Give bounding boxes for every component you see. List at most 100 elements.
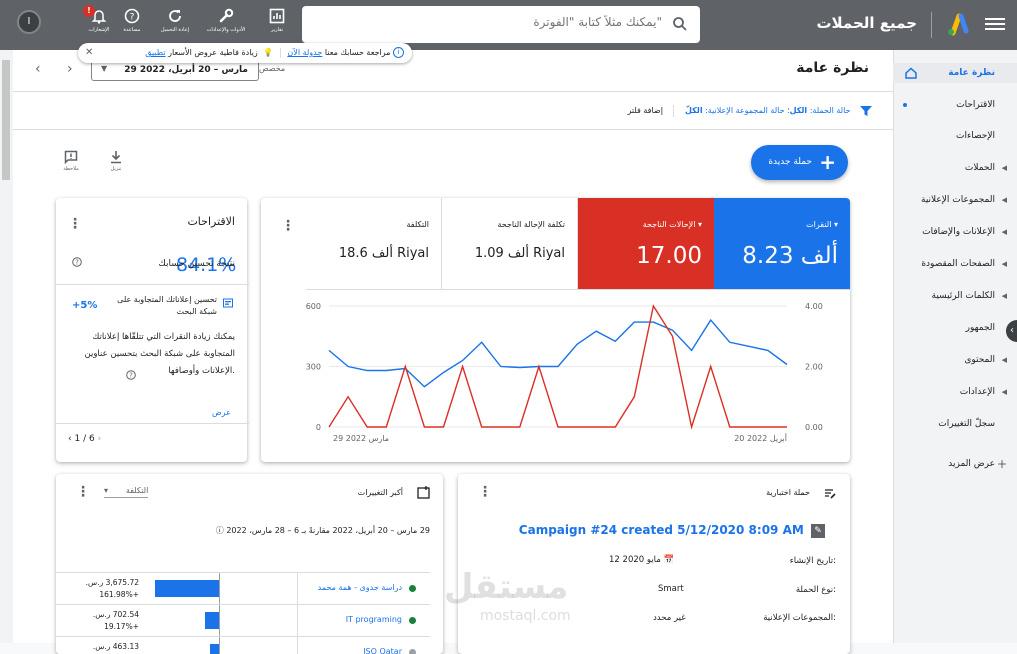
chevron-left-icon[interactable]: ‹	[68, 434, 72, 444]
x-tick-start: 29 مارس 2022	[333, 434, 389, 443]
metric-cost-per-conversion[interactable]: تكلفة الإحالة الناجحة 1.09 ألف Riyal	[442, 198, 578, 290]
suggestion-item-title[interactable]: تحسين إعلاناتك المتجاوبة على شبكة البحث	[97, 294, 217, 318]
feedback-label: ملاحظة	[63, 166, 79, 172]
sidebar-item[interactable]: الجمهور	[893, 318, 1017, 338]
sidebar-item[interactable]: المحتوى ◀	[893, 350, 1017, 370]
filter-bar[interactable]: حالة الحملة: الكل؛ حالة المجموعة الإعلان…	[13, 101, 873, 121]
row-campaign-name[interactable]: دراسة جدوى - همة محمد	[318, 583, 402, 592]
row-campaign-name[interactable]: ISO Qatar	[363, 647, 402, 654]
main-content: نظرة عامة ‹ › ▼ 29 مارس – 20 أبريل، 2022…	[13, 50, 893, 654]
suggestion-description-text: يمكنك زيادة النقرات التي تتلقّاها إعلانا…	[84, 332, 235, 376]
date-label: مخصص	[259, 64, 286, 73]
divider	[297, 573, 298, 605]
divider	[56, 423, 249, 424]
search-input[interactable]	[322, 15, 662, 29]
sidebar-item-label: المحتوى	[964, 355, 995, 365]
campaign-name[interactable]: Campaign #24 created 5/12/2020 8:09 AM ✎	[519, 523, 825, 538]
scrollbar-thumb[interactable]	[2, 60, 10, 180]
sidebar-item[interactable]: سجلّ التغييرات	[893, 414, 1017, 434]
info-icon: i	[393, 47, 404, 58]
svg-text:?: ?	[129, 372, 133, 380]
more-options-icon[interactable]: ⋮	[478, 484, 492, 500]
schedule-link[interactable]: جدولة الآن	[287, 48, 322, 57]
sidebar-item[interactable]: نظرة عامة	[893, 63, 1017, 83]
search-ad-icon	[223, 298, 233, 308]
pager-text: 1 / 6	[74, 434, 95, 444]
view-link[interactable]: عرض	[212, 408, 231, 417]
feedback-button[interactable]: ملاحظة	[57, 150, 85, 172]
more-options-icon[interactable]: ⋮	[76, 484, 90, 500]
row-campaign-name[interactable]: IT programing	[346, 615, 402, 624]
more-options-icon[interactable]: ⋮	[68, 216, 82, 232]
add-filter-button[interactable]: إضافة فلتر	[628, 106, 663, 115]
sort-dropdown[interactable]: ▾ التكلفة	[104, 486, 149, 498]
menu-icon[interactable]	[985, 15, 1005, 35]
sidebar-item[interactable]: المجموعات الإعلانية ◀	[893, 190, 1017, 210]
metric-conversions[interactable]: الإحالات الناجحة ▾ 17.00	[578, 198, 714, 290]
table-row[interactable]: 702.54 ر.س. +19.17% IT programing	[56, 604, 430, 637]
sidebar-item[interactable]: الصفحات المقصودة ◀	[893, 254, 1017, 274]
new-campaign-button[interactable]: + حملة جديدة	[751, 145, 848, 180]
y-left-tick: 0	[316, 423, 321, 432]
row-change: +19.17%	[104, 622, 139, 631]
bar-axis	[219, 637, 220, 654]
bar-axis	[219, 605, 220, 637]
sidebar-item[interactable]: الحملات ◀	[893, 158, 1017, 178]
sidebar-item[interactable]: عرض المزيد +	[893, 454, 1017, 474]
campaign-card-title: حملة اختبارية	[766, 488, 810, 497]
caret-icon: ◀	[1001, 388, 1007, 396]
notice-text-1: مراجعة حسابك معنا	[324, 48, 391, 57]
chevron-left-icon[interactable]: ‹	[35, 61, 41, 77]
metric-label: تكلفة الإحالة الناجحة	[497, 220, 565, 229]
metric-clicks[interactable]: النقرات ▾ 8.23 ألف	[714, 198, 850, 290]
caret-icon: ◀	[1001, 164, 1007, 172]
metric-cost[interactable]: التكلفة 18.6 ألف Riyal	[306, 198, 442, 290]
reports-button[interactable]: تقارير	[255, 8, 299, 42]
change-bar	[210, 644, 219, 654]
help-icon[interactable]: ⓘ	[216, 526, 224, 535]
search-bar[interactable]	[302, 6, 700, 43]
table-row[interactable]: 463.13 ر.س. ISO Qatar	[56, 636, 430, 654]
divider	[279, 47, 281, 58]
download-button[interactable]: تنزيل	[102, 150, 130, 172]
notice-text-2: زيادة فاطية عروض الأسعار	[168, 48, 258, 57]
tools-button[interactable]: الأدوات والإعدادات	[204, 8, 248, 42]
x-tick-end: 20 أبريل 2022	[734, 433, 787, 443]
refresh-label: إعادة التحميل	[160, 27, 190, 33]
caret-icon: ◀	[1001, 196, 1007, 204]
help-icon: ?	[124, 8, 140, 24]
apply-link[interactable]: تطبيق	[145, 48, 165, 57]
suggestions-card: ⋮ الاقتراحات 84.1% نتيجة تحسين حسابك ? ت…	[56, 198, 249, 462]
chevron-right-icon[interactable]: ›	[67, 61, 73, 77]
tools-label: الأدوات والإعدادات	[206, 27, 246, 33]
help-icon[interactable]: ?	[126, 370, 136, 380]
refresh-button[interactable]: إعادة التحميل	[153, 8, 197, 42]
dropdown-icon: ▾	[104, 486, 109, 495]
metric-value: 18.6 ألف Riyal	[338, 246, 429, 261]
close-icon[interactable]: ✕	[85, 43, 93, 63]
sidebar-item[interactable]: الاقتراحات	[893, 95, 1017, 115]
row-cost: 3,675.72 ر.س.	[85, 578, 139, 587]
divider	[673, 104, 675, 117]
help-icon[interactable]: ?	[72, 257, 82, 267]
pager: ‹ 1 / 6 ›	[68, 434, 101, 444]
optimization-score-label: نتيجة تحسين حسابك	[158, 259, 235, 269]
more-options-icon[interactable]: ⋮	[281, 218, 295, 234]
notifications-button[interactable]: ! الإشعارات	[77, 5, 121, 42]
sidebar-item[interactable]: الإحصاءات	[893, 126, 1017, 146]
sidebar-item[interactable]: الكلمات الرئيسية ◀	[893, 286, 1017, 306]
filter-icon[interactable]	[859, 105, 873, 117]
table-row[interactable]: 3,675.72 ر.س. +161.98% دراسة جدوى - همة مح…	[56, 572, 430, 605]
sidebar-item[interactable]: الإعدادات ◀	[893, 382, 1017, 402]
sidebar-item-label: عرض المزيد	[948, 459, 995, 469]
caret-icon: ◀	[1001, 356, 1007, 364]
caret-icon: ◀	[1001, 292, 1007, 300]
edit-icon[interactable]: ✎	[811, 523, 825, 538]
field-label: نوع الحملة:	[795, 585, 836, 595]
chevron-right-icon[interactable]: ›	[98, 434, 102, 444]
google-ads-logo	[948, 13, 969, 36]
account-avatar[interactable]: I	[17, 10, 41, 34]
series-line	[328, 318, 788, 388]
sidebar-item[interactable]: الإعلانات والإضافات ◀	[893, 222, 1017, 242]
scrollbar[interactable]	[0, 50, 13, 643]
